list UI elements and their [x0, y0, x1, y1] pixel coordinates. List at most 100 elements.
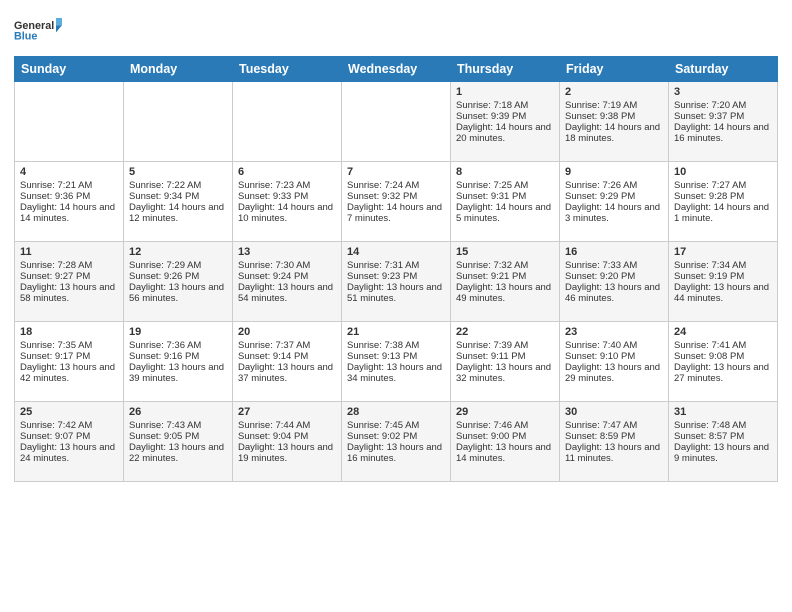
day-info: Daylight: 14 hours and 14 minutes. [20, 202, 118, 224]
calendar-cell: 18Sunrise: 7:35 AMSunset: 9:17 PMDayligh… [15, 322, 124, 402]
day-number: 3 [674, 86, 772, 98]
col-header-monday: Monday [124, 57, 233, 82]
calendar-cell: 19Sunrise: 7:36 AMSunset: 9:16 PMDayligh… [124, 322, 233, 402]
day-info: Sunrise: 7:19 AM [565, 100, 663, 111]
day-number: 5 [129, 166, 227, 178]
day-info: Daylight: 13 hours and 16 minutes. [347, 442, 445, 464]
calendar-cell: 13 Sunrise: 7:30 AMSunset: 9:24 PMDayligh… [233, 242, 342, 322]
day-info: Daylight: 13 hours and 58 minutes. [20, 282, 118, 304]
day-info: Sunset: 9:02 PM [347, 431, 445, 442]
day-info: Sunset: 9:13 PM [347, 351, 445, 362]
calendar-cell: 1Sunrise: 7:18 AMSunset: 9:39 PMDaylight… [451, 82, 560, 162]
day-info: Sunrise: 7:24 AM [347, 180, 445, 191]
day-info: Sunset: 9:07 PM [20, 431, 118, 442]
day-info: Sunset: 9:11 PM [456, 351, 554, 362]
day-info: Sunrise: 7:21 AM [20, 180, 118, 191]
day-info: Daylight: 13 hours and 54 minutes. [238, 282, 336, 304]
day-number: 24 [674, 326, 772, 338]
day-info: Sunset: 9:38 PM [565, 111, 663, 122]
day-info: Sunset: 9:28 PM [674, 191, 772, 202]
calendar-cell [233, 82, 342, 162]
day-info: Daylight: 13 hours and 51 minutes. [347, 282, 445, 304]
page: General Blue SundayMondayTuesdayWednesda… [0, 0, 792, 490]
day-info: Sunrise: 7:32 AM [456, 260, 554, 271]
day-info: Sunrise: 7:37 AM [238, 340, 336, 351]
day-info: Sunrise: 7:47 AM [565, 420, 663, 431]
day-info: Sunset: 9:10 PM [565, 351, 663, 362]
day-info: Sunset: 9:27 PM [20, 271, 118, 282]
day-number: 16 [565, 246, 663, 258]
day-info: Sunset: 9:24 PM [238, 271, 336, 282]
calendar-cell: 2Sunrise: 7:19 AMSunset: 9:38 PMDaylight… [560, 82, 669, 162]
calendar-cell: 10 Sunrise: 7:27 AMSunset: 9:28 PMDayligh… [669, 162, 778, 242]
day-number: 31 [674, 406, 772, 418]
day-number: 11 [20, 246, 118, 258]
day-info: Daylight: 14 hours and 5 minutes. [456, 202, 554, 224]
calendar-cell: 14Sunrise: 7:31 AMSunset: 9:23 PMDayligh… [342, 242, 451, 322]
day-info: Daylight: 14 hours and 16 minutes. [674, 122, 772, 144]
col-header-tuesday: Tuesday [233, 57, 342, 82]
day-info: Sunrise: 7:33 AM [565, 260, 663, 271]
day-number: 4 [20, 166, 118, 178]
day-info: Daylight: 13 hours and 24 minutes. [20, 442, 118, 464]
day-number: 26 [129, 406, 227, 418]
day-info: Sunrise: 7:41 AM [674, 340, 772, 351]
calendar-cell: 16 Sunrise: 7:33 AMSunset: 9:20 PMDayligh… [560, 242, 669, 322]
calendar-cell: 8Sunrise: 7:25 AMSunset: 9:31 PMDaylight… [451, 162, 560, 242]
day-info: Daylight: 13 hours and 37 minutes. [238, 362, 336, 384]
day-info: Daylight: 13 hours and 32 minutes. [456, 362, 554, 384]
day-info: Daylight: 13 hours and 34 minutes. [347, 362, 445, 384]
day-info: Sunset: 9:39 PM [456, 111, 554, 122]
day-number: 13 [238, 246, 336, 258]
header-row: General Blue [14, 10, 778, 50]
svg-text:General: General [14, 20, 54, 32]
day-info: Sunset: 9:17 PM [20, 351, 118, 362]
day-info: Sunrise: 7:42 AM [20, 420, 118, 431]
day-number: 12 [129, 246, 227, 258]
day-info: Sunrise: 7:38 AM [347, 340, 445, 351]
day-info: Daylight: 14 hours and 18 minutes. [565, 122, 663, 144]
day-info: Sunset: 9:20 PM [565, 271, 663, 282]
day-info: Daylight: 13 hours and 19 minutes. [238, 442, 336, 464]
calendar-cell [15, 82, 124, 162]
day-info: Sunrise: 7:20 AM [674, 100, 772, 111]
day-info: Sunset: 9:34 PM [129, 191, 227, 202]
logo: General Blue [14, 10, 62, 50]
day-number: 20 [238, 326, 336, 338]
day-number: 7 [347, 166, 445, 178]
day-number: 25 [20, 406, 118, 418]
calendar-cell: 30Sunrise: 7:47 AMSunset: 8:59 PMDayligh… [560, 402, 669, 482]
day-number: 21 [347, 326, 445, 338]
day-number: 10 [674, 166, 772, 178]
day-info: Daylight: 13 hours and 9 minutes. [674, 442, 772, 464]
calendar-cell: 20Sunrise: 7:37 AMSunset: 9:14 PMDayligh… [233, 322, 342, 402]
col-header-saturday: Saturday [669, 57, 778, 82]
day-number: 29 [456, 406, 554, 418]
day-info: Daylight: 13 hours and 27 minutes. [674, 362, 772, 384]
day-info: Sunrise: 7:31 AM [347, 260, 445, 271]
calendar-cell: 11Sunrise: 7:28 AMSunset: 9:27 PMDayligh… [15, 242, 124, 322]
day-info: Sunset: 9:08 PM [674, 351, 772, 362]
day-number: 14 [347, 246, 445, 258]
day-info: Sunset: 9:31 PM [456, 191, 554, 202]
day-info: Sunrise: 7:30 AM [238, 260, 336, 271]
day-info: Sunrise: 7:23 AM [238, 180, 336, 191]
day-info: Daylight: 13 hours and 49 minutes. [456, 282, 554, 304]
calendar-cell: 31Sunrise: 7:48 AMSunset: 8:57 PMDayligh… [669, 402, 778, 482]
day-number: 15 [456, 246, 554, 258]
day-info: Daylight: 13 hours and 56 minutes. [129, 282, 227, 304]
calendar-cell: 6Sunrise: 7:23 AMSunset: 9:33 PMDaylight… [233, 162, 342, 242]
day-info: Sunrise: 7:48 AM [674, 420, 772, 431]
day-info: Daylight: 14 hours and 1 minute. [674, 202, 772, 224]
day-info: Sunset: 9:33 PM [238, 191, 336, 202]
day-number: 23 [565, 326, 663, 338]
col-header-thursday: Thursday [451, 57, 560, 82]
day-info: Sunrise: 7:40 AM [565, 340, 663, 351]
day-info: Sunrise: 7:36 AM [129, 340, 227, 351]
calendar-cell [342, 82, 451, 162]
day-info: Daylight: 13 hours and 46 minutes. [565, 282, 663, 304]
calendar-cell: 15Sunrise: 7:32 AMSunset: 9:21 PMDayligh… [451, 242, 560, 322]
day-number: 1 [456, 86, 554, 98]
day-info: Sunrise: 7:34 AM [674, 260, 772, 271]
day-info: Sunrise: 7:27 AM [674, 180, 772, 191]
